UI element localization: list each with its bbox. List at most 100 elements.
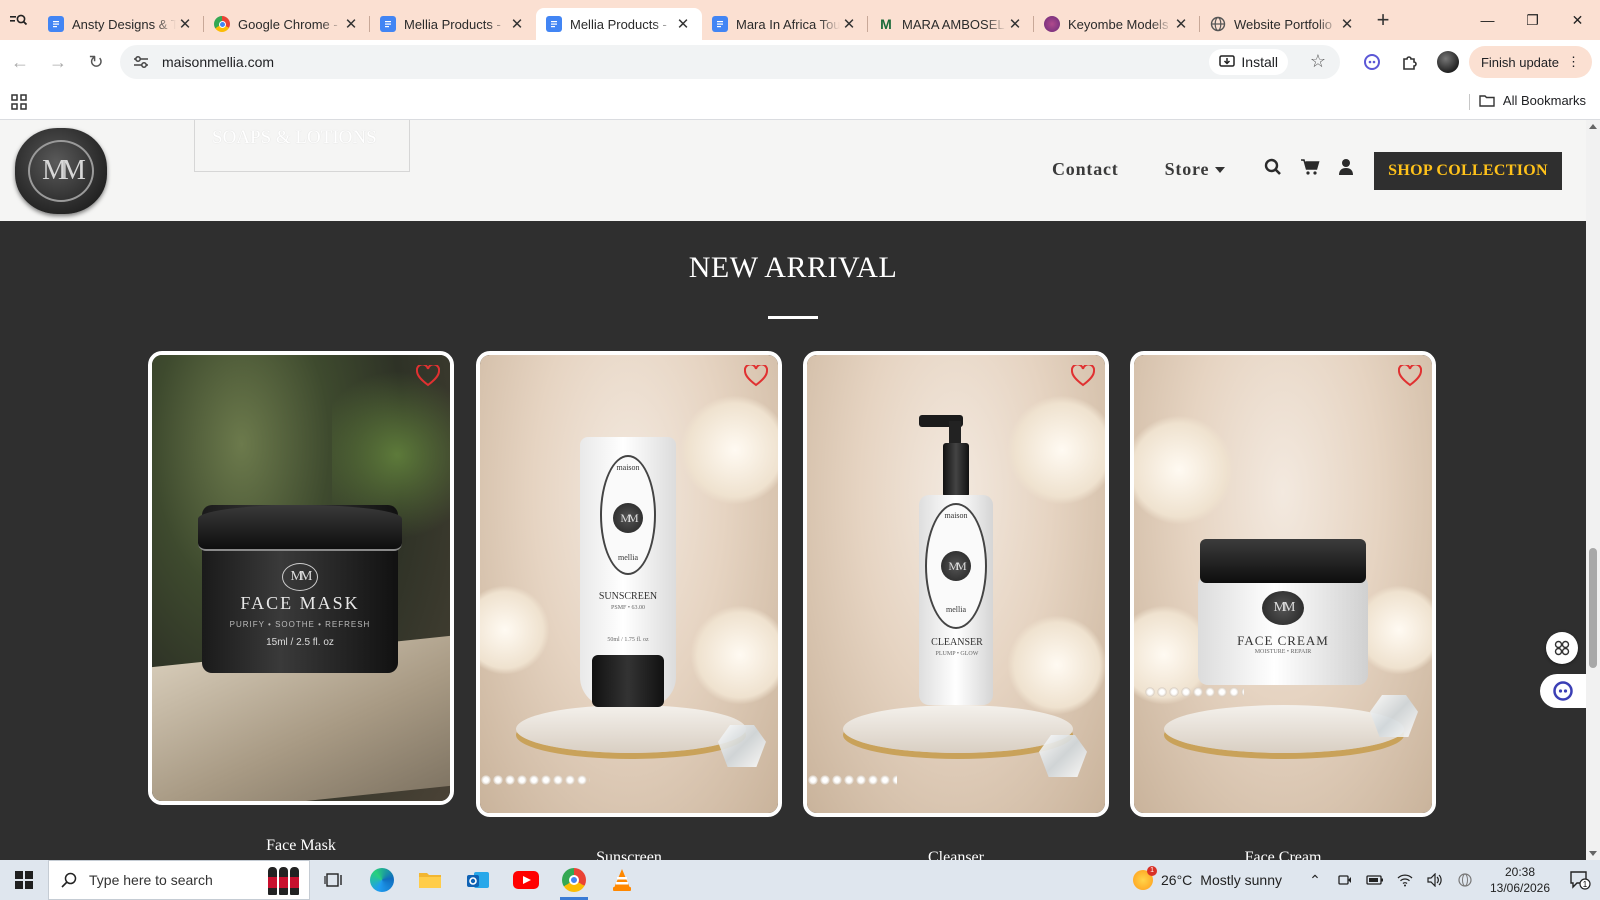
clock-date: 13/06/2026 [1489,881,1551,895]
product-name[interactable]: Cleanser [803,849,1109,860]
bookmarks-bar: All Bookmarks [0,84,1600,120]
product-card-cleanser[interactable]: maison MM mellia CLEANSER PLUMP • GLOW [803,351,1109,817]
search-highlight-image[interactable] [268,867,299,895]
weather-desc: Mostly sunny [1200,872,1282,888]
start-button[interactable] [0,860,48,900]
tab-active[interactable]: Mellia Products - ✕ [536,8,702,40]
product-image-face-mask[interactable]: MM FACE MASK PURIFY • SOOTHE • REFRESH 1… [152,355,450,801]
install-label: Install [1241,54,1278,70]
taskbar-search-input[interactable]: Type here to search [48,860,310,900]
chevron-up-icon[interactable]: ⌃ [1300,872,1330,889]
close-tab-icon[interactable]: ✕ [840,15,858,33]
volume-icon[interactable] [1420,873,1450,887]
chrome-app-button[interactable] [550,860,598,900]
vlc-app-button[interactable] [598,860,646,900]
tab[interactable]: Keyombe Models ✕ [1034,8,1200,40]
battery-icon[interactable] [1360,874,1390,886]
product-name[interactable]: Sunscreen [476,849,782,860]
face-mask-jar-sub: PURIFY • SOOTHE • REFRESH [229,620,371,629]
edge-app-button[interactable] [358,860,406,900]
heart-icon[interactable] [416,365,440,387]
tab-search-button[interactable] [0,0,38,40]
heart-icon[interactable] [1071,365,1095,387]
search-icon[interactable] [1264,158,1282,176]
restore-icon[interactable]: ❐ [1510,0,1555,40]
product-image-face-cream[interactable]: MM FACE CREAM MOISTURE • REPAIR [1134,355,1432,813]
nav-store-label: Store [1164,159,1210,179]
extensions-icon[interactable] [1393,45,1427,79]
user-icon[interactable] [1338,158,1354,176]
install-button[interactable]: Install [1209,49,1288,75]
nav-store[interactable]: Store [1165,159,1226,180]
close-tab-icon[interactable]: ✕ [508,15,526,33]
forward-button[interactable]: → [40,44,76,80]
system-clock[interactable]: 20:38 13/06/2026 [1480,864,1560,896]
face-mask-jar-size: 15ml / 2.5 fl. oz [266,637,334,648]
header-icons [1264,158,1354,176]
address-bar[interactable]: maisonmellia.com Install ☆ [120,45,1340,79]
tab[interactable]: Ansty Designs & T ✕ [38,8,204,40]
network-globe-icon[interactable] [1450,872,1480,888]
weather-badge: 1 [1147,866,1158,876]
tab[interactable]: M MARA AMBOSELI ✕ [868,8,1034,40]
product-image-cleanser[interactable]: maison MM mellia CLEANSER PLUMP • GLOW [807,355,1105,813]
profile-avatar[interactable] [1431,45,1465,79]
site-header: MM SOAPS & LOTIONS Contact Store SHOP CO… [0,120,1586,221]
product-image-sunscreen[interactable]: maison MM mellia SUNSCREEN PSMF • 63.00 … [480,355,778,813]
product-card-face-cream[interactable]: MM FACE CREAM MOISTURE • REPAIR [1130,351,1436,817]
nav-contact[interactable]: Contact [1052,159,1119,180]
new-tab-button[interactable]: + [1366,7,1400,33]
copilot-side-button[interactable] [1540,674,1586,708]
shop-collection-button[interactable]: SHOP COLLECTION [1374,152,1562,190]
youtube-app-button[interactable] [502,860,550,900]
close-tab-icon[interactable]: ✕ [1006,15,1024,33]
tab[interactable]: Mara In Africa Tou ✕ [702,8,868,40]
heart-icon[interactable] [744,365,768,387]
tab[interactable]: Website Portfolio ✕ [1200,8,1366,40]
cart-icon[interactable] [1300,158,1320,176]
tab[interactable]: Google Chrome - ✕ [204,8,370,40]
weather-widget[interactable]: 1 26°C Mostly sunny [1133,866,1282,890]
forward-arrow-icon: → [49,51,67,72]
close-window-icon[interactable]: ✕ [1555,0,1600,40]
product-card-face-mask[interactable]: MM FACE MASK PURIFY • SOOTHE • REFRESH 1… [148,351,454,805]
all-bookmarks-button[interactable]: All Bookmarks [1479,93,1586,108]
back-button[interactable]: ← [2,44,38,80]
tab-search-icon [10,14,28,26]
scroll-up-icon[interactable] [1589,124,1597,129]
tab[interactable]: Mellia Products - ✕ [370,8,536,40]
product-name[interactable]: Face Cream [1130,849,1436,860]
apps-grid-icon[interactable] [11,94,27,110]
scrollbar-thumb[interactable] [1589,548,1597,668]
bookmark-star-icon[interactable]: ☆ [1310,51,1326,72]
promo-banner[interactable]: SOAPS & LOTIONS [194,120,410,172]
meet-now-icon[interactable] [1330,873,1360,887]
product-card-sunscreen[interactable]: maison MM mellia SUNSCREEN PSMF • 63.00 … [476,351,782,817]
close-tab-icon[interactable]: ✕ [176,15,194,33]
task-view-button[interactable] [310,860,358,900]
reload-button[interactable]: ↻ [78,44,114,80]
cleanser-bottle-label: CLEANSER [931,637,983,648]
finish-update-button[interactable]: Finish update ⋮ [1468,46,1592,78]
site-logo[interactable]: MM [15,128,107,214]
close-tab-icon[interactable]: ✕ [342,15,360,33]
minimize-icon[interactable]: — [1465,0,1510,40]
site-info-icon[interactable] [126,55,156,69]
copilot-icon[interactable] [1355,45,1389,79]
outlook-app-button[interactable] [454,860,502,900]
close-tab-icon[interactable]: ✕ [674,15,692,33]
heart-icon[interactable] [1398,365,1422,387]
sidebar-apps-button[interactable] [1546,632,1578,664]
face-cream-jar-sub: MOISTURE • REPAIR [1254,649,1312,655]
notifications-button[interactable]: 1 [1560,870,1600,890]
file-explorer-button[interactable] [406,860,454,900]
page-scrollbar[interactable] [1586,120,1600,860]
close-tab-icon[interactable]: ✕ [1172,15,1190,33]
clock-time: 20:38 [1504,865,1536,879]
product-name[interactable]: Face Mask [148,837,454,855]
wifi-icon[interactable] [1390,873,1420,887]
close-tab-icon[interactable]: ✕ [1338,15,1356,33]
cleanser-bottle-sub: PLUMP • GLOW [935,651,979,657]
sunscreen-tube-size: 50ml / 1.75 fl. oz [607,637,649,643]
scroll-down-icon[interactable] [1589,851,1597,856]
